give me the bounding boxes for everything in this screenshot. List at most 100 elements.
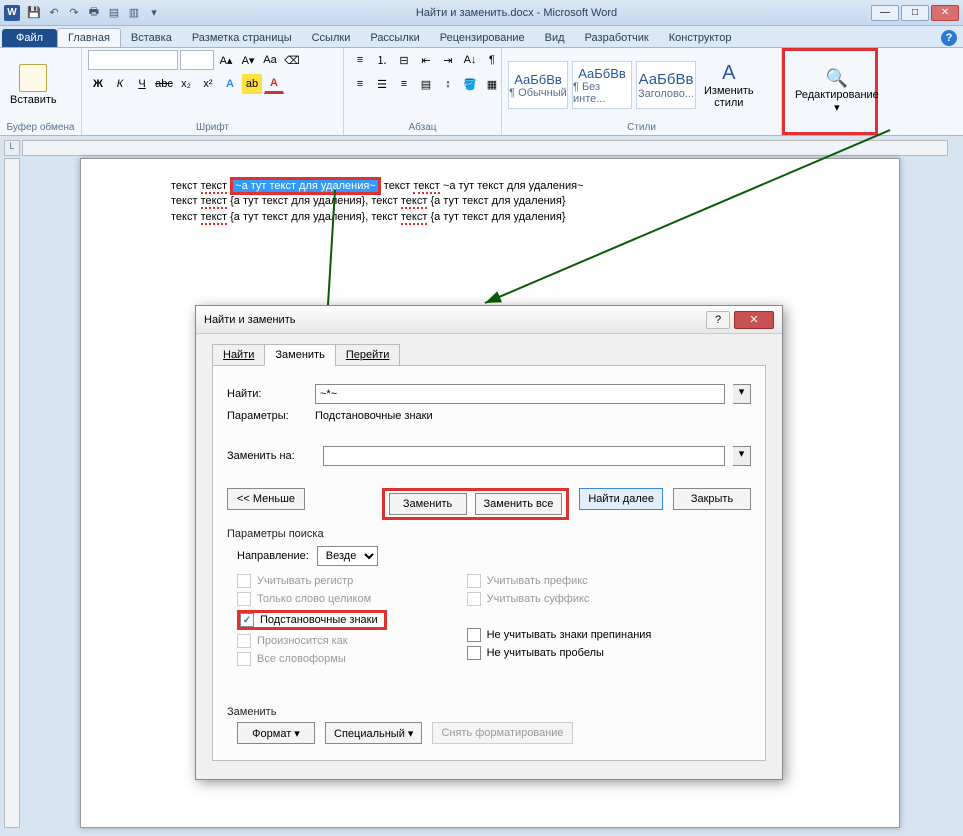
qat-misc2-icon[interactable]: ▥: [126, 5, 142, 21]
font-family-select[interactable]: [88, 50, 178, 70]
highlight-icon[interactable]: ab: [242, 74, 262, 94]
subscript-icon[interactable]: x₂: [176, 74, 196, 94]
multilevel-icon[interactable]: ⊟: [394, 50, 414, 70]
dropdown-icon: ▾: [834, 101, 840, 114]
group-clipboard-label: Буфер обмена: [6, 120, 75, 133]
paste-icon: [19, 64, 47, 92]
maximize-button[interactable]: □: [901, 5, 929, 21]
indent-icon[interactable]: ⇥: [438, 50, 458, 70]
group-styles: АаБбВв¶ Обычный АаБбВв¶ Без инте... АаБб…: [502, 48, 782, 135]
tab-developer[interactable]: Разработчик: [575, 29, 659, 47]
change-styles-icon: A: [722, 62, 735, 85]
font-size-select[interactable]: [180, 50, 214, 70]
dialog-panel: Найти: ▾ Параметры: Подстановочные знаки…: [212, 366, 766, 761]
strike-button[interactable]: abc: [154, 74, 174, 94]
tab-replace[interactable]: Заменить: [264, 344, 335, 366]
replace-all-button[interactable]: Заменить все: [475, 493, 563, 515]
style-nospace[interactable]: АаБбВв¶ Без инте...: [572, 61, 632, 109]
tab-home[interactable]: Главная: [57, 28, 121, 47]
chk-whole: [237, 592, 251, 606]
qat-misc-icon[interactable]: ▤: [106, 5, 122, 21]
chk-sounds: [237, 634, 251, 648]
qat-undo-icon[interactable]: ↶: [46, 5, 62, 21]
borders-icon[interactable]: ▦: [482, 74, 502, 94]
bullets-icon[interactable]: ≡: [350, 50, 370, 70]
style-heading[interactable]: АаБбВвЗаголово...: [636, 61, 696, 109]
file-tab[interactable]: Файл: [2, 29, 57, 47]
chk-suffix: [467, 592, 481, 606]
dialog-titlebar[interactable]: Найти и заменить ? ✕: [196, 306, 782, 334]
tab-insert[interactable]: Вставка: [121, 29, 182, 47]
paste-button[interactable]: Вставить: [6, 62, 61, 108]
find-input[interactable]: [315, 384, 725, 404]
special-button[interactable]: Специальный ▾: [325, 722, 422, 744]
ruler-corner[interactable]: L: [4, 140, 20, 156]
replace-input[interactable]: [323, 446, 725, 466]
group-clipboard: Вставить Буфер обмена: [0, 48, 82, 135]
editing-button[interactable]: 🔍Редактирование▾: [791, 64, 883, 118]
dialog-close-button[interactable]: ✕: [734, 311, 774, 329]
qat-more-icon[interactable]: ▾: [146, 5, 162, 21]
italic-button[interactable]: К: [110, 74, 130, 94]
change-case-icon[interactable]: Aa: [260, 50, 280, 70]
sort-icon[interactable]: A↓: [460, 50, 480, 70]
font-color-icon[interactable]: A: [264, 74, 284, 94]
close-dialog-button[interactable]: Закрыть: [673, 488, 751, 510]
tab-find[interactable]: Найти: [212, 344, 265, 366]
tab-view[interactable]: Вид: [535, 29, 575, 47]
text-effect-icon[interactable]: A: [220, 74, 240, 94]
replace-dropdown-icon[interactable]: ▾: [733, 446, 751, 466]
horizontal-ruler[interactable]: [22, 140, 948, 156]
shrink-font-icon[interactable]: A▾: [238, 50, 258, 70]
tab-layout[interactable]: Разметка страницы: [182, 29, 302, 47]
bold-button[interactable]: Ж: [88, 74, 108, 94]
find-label: Найти:: [227, 388, 307, 400]
chk-wildcards[interactable]: [240, 613, 254, 627]
clear-format-icon[interactable]: ⌫: [282, 50, 302, 70]
help-icon[interactable]: ?: [941, 30, 957, 46]
pilcrow-icon[interactable]: ¶: [482, 50, 502, 70]
group-paragraph-label: Абзац: [350, 120, 495, 133]
justify-icon[interactable]: ▤: [416, 74, 436, 94]
qat-save-icon[interactable]: 💾: [26, 5, 42, 21]
window-buttons: — □ ✕: [871, 5, 959, 21]
style-normal[interactable]: АаБбВв¶ Обычный: [508, 61, 568, 109]
chk-punct[interactable]: [467, 628, 481, 642]
line-spacing-icon[interactable]: ↕: [438, 74, 458, 94]
less-button[interactable]: << Меньше: [227, 488, 305, 510]
find-replace-dialog: Найти и заменить ? ✕ Найти Заменить Пере…: [195, 305, 783, 780]
align-right-icon[interactable]: ≡: [394, 74, 414, 94]
find-dropdown-icon[interactable]: ▾: [733, 384, 751, 404]
minimize-button[interactable]: —: [871, 5, 899, 21]
vertical-ruler[interactable]: [4, 158, 20, 828]
underline-button[interactable]: Ч: [132, 74, 152, 94]
params-label: Параметры:: [227, 410, 307, 422]
format-button[interactable]: Формат ▾: [237, 722, 315, 744]
tab-review[interactable]: Рецензирование: [430, 29, 535, 47]
superscript-icon[interactable]: x²: [198, 74, 218, 94]
tab-mailings[interactable]: Рассылки: [360, 29, 429, 47]
direction-select[interactable]: Везде: [317, 546, 378, 566]
tab-design[interactable]: Конструктор: [659, 29, 742, 47]
qat-print-icon[interactable]: 🖶: [86, 5, 102, 21]
align-left-icon[interactable]: ≡: [350, 74, 370, 94]
tab-references[interactable]: Ссылки: [302, 29, 361, 47]
outdent-icon[interactable]: ⇤: [416, 50, 436, 70]
chk-space[interactable]: [467, 646, 481, 660]
dialog-tabs: Найти Заменить Перейти: [212, 344, 766, 366]
qat-redo-icon[interactable]: ↷: [66, 5, 82, 21]
close-button[interactable]: ✕: [931, 5, 959, 21]
paste-label: Вставить: [10, 94, 57, 106]
titlebar: W 💾 ↶ ↷ 🖶 ▤ ▥ ▾ Найти и заменить.docx - …: [0, 0, 963, 26]
numbering-icon[interactable]: ⒈: [372, 50, 392, 70]
find-next-button[interactable]: Найти далее: [579, 488, 663, 510]
clear-format-button: Снять форматирование: [432, 722, 572, 744]
dialog-help-button[interactable]: ?: [706, 311, 730, 329]
ribbon-tabs: Файл Главная Вставка Разметка страницы С…: [0, 26, 963, 48]
tab-goto[interactable]: Перейти: [335, 344, 401, 366]
align-center-icon[interactable]: ☰: [372, 74, 392, 94]
grow-font-icon[interactable]: A▴: [216, 50, 236, 70]
replace-button[interactable]: Заменить: [389, 493, 467, 515]
shading-icon[interactable]: 🪣: [460, 74, 480, 94]
change-styles-button[interactable]: AИзменить стили: [700, 58, 758, 113]
